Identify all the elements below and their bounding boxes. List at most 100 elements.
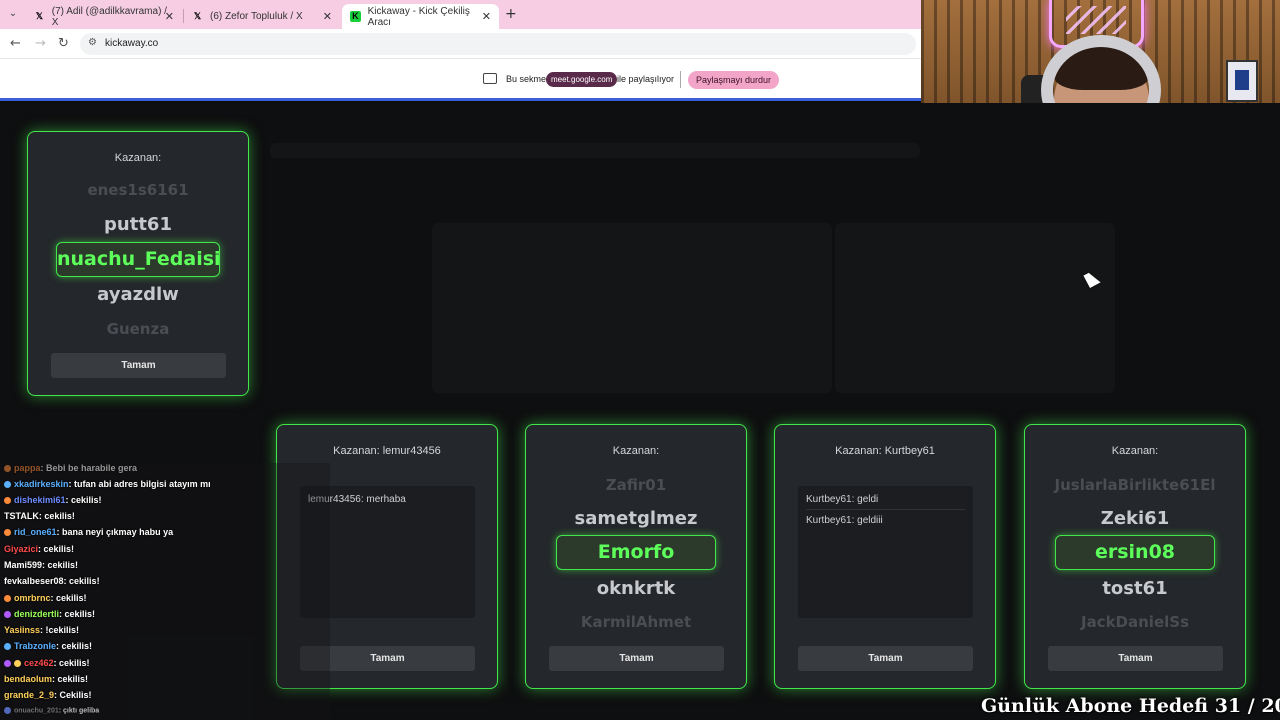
chat-line: grande_2_9: Cekilis! <box>4 690 92 700</box>
slot-name: Zeki61 <box>1100 508 1170 529</box>
badge-icon <box>4 611 11 619</box>
slot-name: sametglmez <box>574 508 698 529</box>
neon-sign-pattern <box>1066 6 1126 34</box>
chat-line: omrbrnc: cekilis! <box>4 593 87 603</box>
chat-user: rid_one61 <box>14 527 57 537</box>
winner-title: Kazanan: Kurtbey61 <box>835 445 935 457</box>
chat-user: omrbrnc <box>14 593 51 603</box>
slot-name: JackDanielSs <box>1080 613 1189 631</box>
chat-user: onuachu_201 <box>14 707 59 715</box>
message-divider <box>806 509 965 510</box>
chat-text: : cekilis! <box>56 641 93 651</box>
winner-messages: Kurtbey61: geldi Kurtbey61: geldiii <box>798 486 973 618</box>
slot-name: enes1s6161 <box>87 181 189 199</box>
slot-name: putt61 <box>104 214 172 235</box>
badge-icon <box>4 529 11 537</box>
chat-user: Trabzonle <box>14 641 57 651</box>
tab-title: (6) Zefor Topluluk / X <box>210 11 303 22</box>
badge-icon <box>4 497 11 505</box>
stream-chat-overlay: pappa: Bebi be harabile gera xkadirkeski… <box>0 463 330 720</box>
chat-line: xkadirkeskin: tufan abi adres bilgisi at… <box>4 479 211 489</box>
chat-text: : cekilis! <box>63 576 100 586</box>
reload-icon[interactable]: ↻ <box>58 36 69 51</box>
chat-user: denizdertli <box>14 609 60 619</box>
chat-user: pappa <box>14 463 41 473</box>
chat-text: : cekilis! <box>52 674 89 684</box>
winner-card-3: Kazanan: Zafir01 sametglmez Emorfo oknkr… <box>525 424 747 689</box>
ok-button[interactable]: Tamam <box>51 353 226 378</box>
winner-title: Kazanan: <box>612 445 660 457</box>
chat-text: : cekilis! <box>50 593 87 603</box>
chat-line: onuachu_201: çıktı geliba <box>4 707 99 714</box>
chat-line: cez462: cekilis! <box>4 658 90 668</box>
badge-icon <box>4 465 11 473</box>
chat-text: : cekilis! <box>38 544 75 554</box>
chat-user: Mami599 <box>4 560 43 570</box>
chat-text: : !cekilis! <box>40 625 80 635</box>
winner-name: nuachu_Fedaisi3 <box>56 242 220 277</box>
chat-line: Yasiinss: !cekilis! <box>4 625 79 635</box>
ok-button[interactable]: Tamam <box>549 646 724 671</box>
chat-user: Giyazici <box>4 544 39 554</box>
x-logo-icon: 𝕏 <box>193 11 202 21</box>
site-info-icon[interactable]: ⚙ <box>88 37 97 48</box>
slot-name: tost61 <box>1102 578 1168 599</box>
forward-icon[interactable]: → <box>35 36 46 51</box>
chat-text: : cekilis! <box>65 495 102 505</box>
slot-name: ayazdlw <box>97 284 179 305</box>
chat-user: grande_2_9 <box>4 690 55 700</box>
chat-line: rid_one61: bana neyi çıkmay habu ya <box>4 527 173 537</box>
chat-text: : Cekilis! <box>54 690 92 700</box>
chat-line: dishekimi61: cekilis! <box>4 495 102 505</box>
dimmed-panel <box>432 223 832 393</box>
share-text-before: Bu sekme <box>506 74 547 84</box>
winner-title: Kazanan: <box>114 152 162 164</box>
chat-text: : cekilis! <box>38 511 75 521</box>
tab-kickaway[interactable]: K Kickaway - Kick Çekiliş Aracı ✕ <box>342 4 499 29</box>
winner-name: Emorfo <box>556 535 716 570</box>
ok-button[interactable]: Tamam <box>1048 646 1223 671</box>
close-tab-icon[interactable]: ✕ <box>482 10 491 23</box>
address-bar: ← → ↻ ⚙ kickaway.co <box>0 29 921 59</box>
kick-logo-icon: K <box>350 11 361 22</box>
badge-icon <box>14 660 21 668</box>
divider <box>680 71 681 88</box>
chat-line: pappa: Bebi be harabile gera <box>4 463 137 473</box>
chat-user: TSTALK <box>4 511 39 521</box>
slot-name: Zafir01 <box>605 476 667 494</box>
dimmed-panel <box>835 223 1115 393</box>
chat-text: : cekilis! <box>53 658 90 668</box>
chat-user: dishekimi61 <box>14 495 66 505</box>
badge-icon <box>4 643 11 651</box>
close-tab-icon[interactable]: ✕ <box>165 10 174 23</box>
tab-adil[interactable]: 𝕏 (7) Adil (@adilkkavrama) / X ✕ <box>26 4 182 29</box>
screen: ⌄ 𝕏 (7) Adil (@adilkkavrama) / X ✕ 𝕏 (6)… <box>0 0 1280 720</box>
winner-card-1: Kazanan: enes1s6161 putt61 nuachu_Fedais… <box>27 131 249 396</box>
screen-share-icon <box>483 73 497 84</box>
framed-jersey <box>1226 60 1258 102</box>
x-logo-icon: 𝕏 <box>35 11 44 21</box>
chat-line: denizdertli: cekilis! <box>4 609 95 619</box>
winner-title: Kazanan: <box>1111 445 1159 457</box>
tab-search-icon[interactable]: ⌄ <box>6 7 20 21</box>
tab-zefor[interactable]: 𝕏 (6) Zefor Topluluk / X ✕ <box>184 4 340 29</box>
close-tab-icon[interactable]: ✕ <box>323 10 332 23</box>
chat-message: Kurtbey61: geldiii <box>806 515 883 526</box>
chat-line: TSTALK: cekilis! <box>4 511 75 521</box>
url-text: kickaway.co <box>105 38 159 49</box>
chat-user: bendaolum <box>4 674 53 684</box>
chat-text: : cekilis! <box>59 609 96 619</box>
url-input[interactable]: ⚙ kickaway.co <box>80 33 916 55</box>
ok-button[interactable]: Tamam <box>798 646 973 671</box>
slot-name: oknkrtk <box>596 578 676 599</box>
share-site-chip: meet.google.com <box>546 72 618 87</box>
chat-text: : Bebi be harabile gera <box>40 463 138 473</box>
back-icon[interactable]: ← <box>10 36 21 51</box>
chat-user: cez462 <box>24 658 54 668</box>
chat-user: Yasiinss <box>4 625 41 635</box>
new-tab-icon[interactable]: + <box>505 6 517 22</box>
chat-line: fevkalbeser08: cekilis! <box>4 576 100 586</box>
chat-text: : cekilis! <box>42 560 79 570</box>
chat-message: Kurtbey61: geldi <box>806 494 879 505</box>
stop-sharing-button[interactable]: Paylaşmayı durdur <box>688 71 780 89</box>
